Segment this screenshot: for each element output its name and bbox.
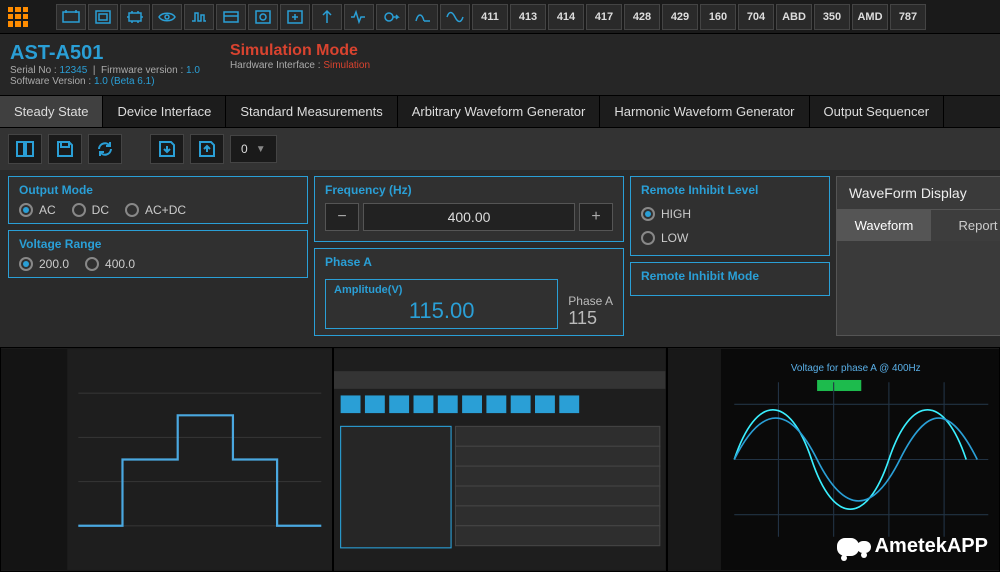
test-button-414[interactable]: 414 [548, 4, 584, 30]
apps-grid-icon[interactable] [4, 3, 32, 31]
tool-icon-3[interactable] [120, 4, 150, 30]
tool-icon-9[interactable] [312, 4, 342, 30]
test-button-160[interactable]: 160 [700, 4, 736, 30]
chevron-down-icon: ▼ [256, 144, 266, 155]
tool-icon-5[interactable] [184, 4, 214, 30]
simulation-mode: Simulation Mode Hardware Interface : Sim… [230, 42, 370, 87]
amplitude-value[interactable]: 115.00 [334, 298, 549, 324]
slot-select[interactable]: 0 ▼ [230, 135, 277, 163]
frequency-panel: Frequency (Hz) − 400.00 + [314, 176, 624, 242]
test-button-350[interactable]: 350 [814, 4, 850, 30]
device-title: AST-A501 [10, 42, 200, 65]
test-button-AMD[interactable]: AMD [852, 4, 888, 30]
refresh-icon[interactable] [88, 134, 122, 164]
test-button-ABD[interactable]: ABD [776, 4, 812, 30]
device-sw-line: Software Version : 1.0 (Beta 6.1) [10, 76, 200, 87]
test-number-buttons: 411413414417428429160704ABD350AMD787 [472, 4, 926, 30]
waveform-display-panel: WaveForm Display WaveformReport [836, 176, 1000, 336]
sim-hw-line: Hardware Interface : Simulation [230, 60, 370, 71]
output-mode-title: Output Mode [19, 183, 297, 197]
freq-plus[interactable]: + [579, 203, 613, 231]
tool-icon-12[interactable] [408, 4, 438, 30]
wf-tab-waveform[interactable]: Waveform [837, 210, 931, 241]
action-bar: 0 ▼ [0, 128, 1000, 170]
frequency-title: Frequency (Hz) [325, 183, 613, 197]
tool-icon-6[interactable] [216, 4, 246, 30]
main-tabs: Steady StateDevice InterfaceStandard Mea… [0, 95, 1000, 128]
output-mode-panel: Output Mode AC DC AC+DC [8, 176, 308, 224]
voltage-range-panel: Voltage Range 200.0 400.0 [8, 230, 308, 278]
test-button-704[interactable]: 704 [738, 4, 774, 30]
remote-inhibit-level-panel: Remote Inhibit Level HIGH LOW [630, 176, 830, 256]
remote-inhibit-radio-low[interactable]: LOW [641, 231, 819, 245]
freq-minus[interactable]: − [325, 203, 359, 231]
top-toolbar: 411413414417428429160704ABD350AMD787 [0, 0, 1000, 34]
voltage-range-radio-4000[interactable]: 400.0 [85, 257, 135, 271]
voltage-range-title: Voltage Range [19, 237, 297, 251]
eye-icon[interactable] [152, 4, 182, 30]
tab-arbitrary-waveform-generator[interactable]: Arbitrary Waveform Generator [398, 96, 601, 127]
wf-tab-report[interactable]: Report [931, 210, 1000, 241]
test-button-429[interactable]: 429 [662, 4, 698, 30]
save-icon[interactable] [48, 134, 82, 164]
test-button-411[interactable]: 411 [472, 4, 508, 30]
phase-a-title: Phase A [325, 255, 613, 269]
remote-inhibit-radio-high[interactable]: HIGH [641, 207, 819, 221]
amplitude-title: Amplitude(V) [334, 284, 549, 296]
amplitude-subpanel: Amplitude(V) 115.00 [325, 279, 558, 329]
watermark: AmetekAPP [837, 535, 988, 558]
thumb-sequencer [333, 347, 666, 572]
frequency-stepper: − 400.00 + [325, 203, 613, 231]
test-button-428[interactable]: 428 [624, 4, 660, 30]
device-serial-line: Serial No : 12345 | Firmware version : 1… [10, 65, 200, 76]
phase-a-side: Phase A 115 [568, 294, 613, 329]
tool-icon-1[interactable] [56, 4, 86, 30]
tool-icon-11[interactable] [376, 4, 406, 30]
sine-icon[interactable] [440, 4, 470, 30]
waveform-display-title: WaveForm Display [837, 177, 1000, 210]
tool-icon-7[interactable] [248, 4, 278, 30]
save-slot-icon[interactable] [150, 134, 184, 164]
sim-title: Simulation Mode [230, 42, 370, 60]
thumb-steps [0, 347, 333, 572]
test-button-413[interactable]: 413 [510, 4, 546, 30]
open-icon[interactable] [8, 134, 42, 164]
output-mode-radio-dc[interactable]: DC [72, 203, 109, 217]
rim-title: Remote Inhibit Mode [641, 269, 819, 283]
pulse-icon[interactable] [344, 4, 374, 30]
tab-output-sequencer[interactable]: Output Sequencer [810, 96, 945, 127]
test-button-787[interactable]: 787 [890, 4, 926, 30]
tab-standard-measurements[interactable]: Standard Measurements [226, 96, 397, 127]
main-panel-grid: Output Mode AC DC AC+DC Voltage Range 200.… [0, 170, 1000, 342]
test-button-417[interactable]: 417 [586, 4, 622, 30]
load-slot-icon[interactable] [190, 134, 224, 164]
tool-icon-2[interactable] [88, 4, 118, 30]
remote-inhibit-mode-panel: Remote Inhibit Mode [630, 262, 830, 296]
ril-title: Remote Inhibit Level [641, 183, 819, 197]
tool-icon-8[interactable] [280, 4, 310, 30]
device-info: AST-A501 Serial No : 12345 | Firmware ve… [10, 42, 200, 87]
phase-a-panel: Phase A Amplitude(V) 115.00 Phase A 115 [314, 248, 624, 336]
output-mode-radio-acdc[interactable]: AC+DC [125, 203, 186, 217]
freq-value[interactable]: 400.00 [363, 203, 575, 231]
output-mode-radio-ac[interactable]: AC [19, 203, 56, 217]
svg-text:Voltage for phase A @ 400Hz: Voltage for phase A @ 400Hz [791, 363, 921, 374]
voltage-range-radio-2000[interactable]: 200.0 [19, 257, 69, 271]
tab-steady-state[interactable]: Steady State [0, 96, 103, 127]
tab-device-interface[interactable]: Device Interface [103, 96, 226, 127]
tab-harmonic-waveform-generator[interactable]: Harmonic Waveform Generator [600, 96, 809, 127]
device-header: AST-A501 Serial No : 12345 | Firmware ve… [0, 34, 1000, 95]
